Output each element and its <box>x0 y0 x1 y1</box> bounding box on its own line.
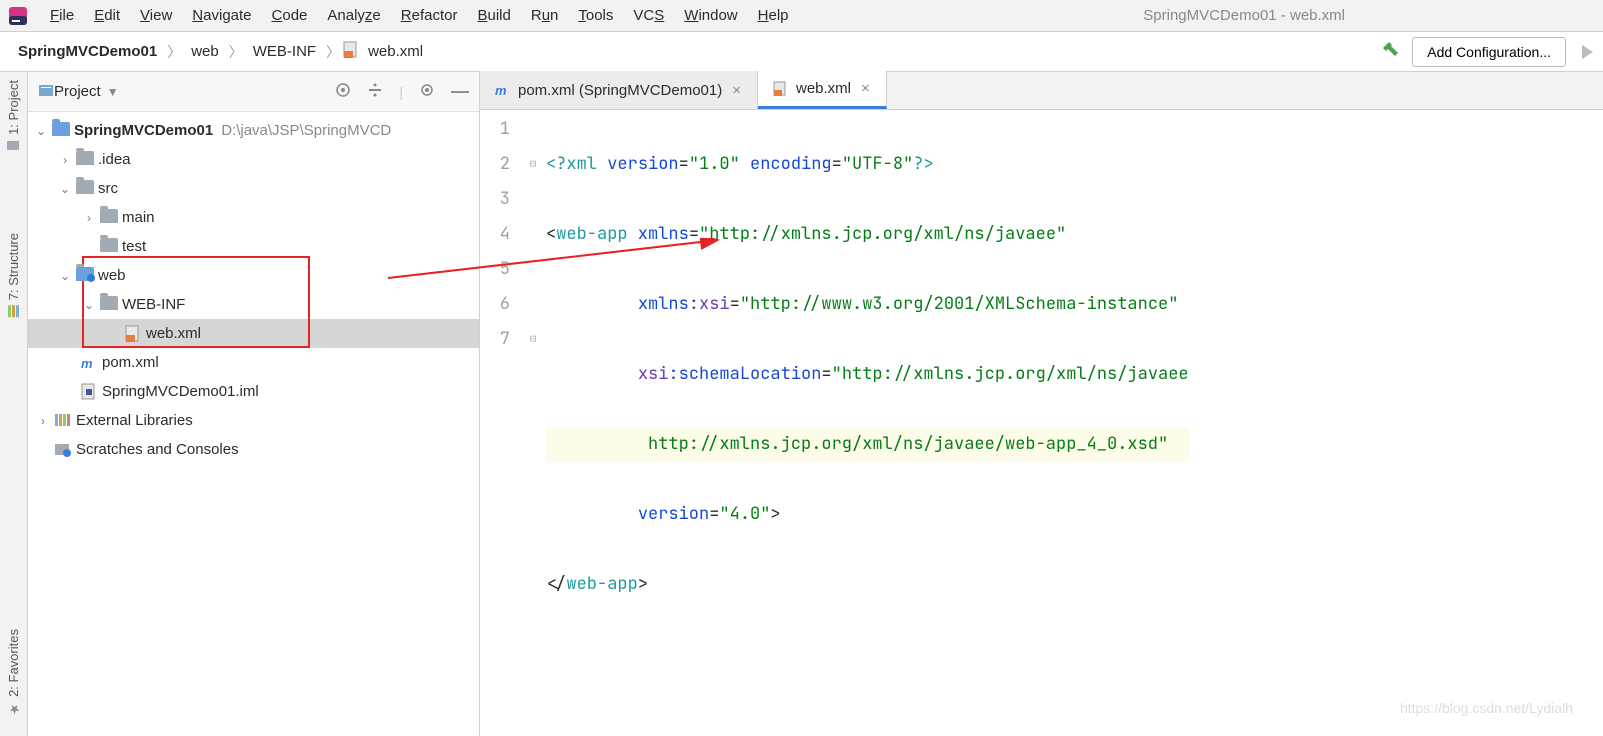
project-panel-header: Project ▼ | — <box>28 72 479 112</box>
breadcrumb-file[interactable]: web.xml <box>360 40 431 63</box>
tree-external-libraries[interactable]: ›External Libraries <box>28 406 479 435</box>
project-tree: ⌄ SpringMVCDemo01D:\java\JSP\SpringMVCD … <box>28 112 479 468</box>
menu-navigate[interactable]: Navigate <box>182 3 261 28</box>
code-content[interactable]: <?xml version="1.0" encoding="UTF-8"?> <… <box>542 110 1189 736</box>
menu-window[interactable]: Window <box>674 3 747 28</box>
target-icon[interactable] <box>335 82 351 101</box>
breadcrumb-webinf[interactable]: WEB-INF <box>245 40 324 63</box>
close-icon[interactable]: × <box>730 82 743 99</box>
menu-vcs[interactable]: VCS <box>623 3 674 28</box>
svg-text:m: m <box>81 356 93 371</box>
run-button[interactable] <box>1582 45 1593 59</box>
chevron-icon: 〉 <box>324 42 342 62</box>
minimize-icon[interactable]: — <box>451 81 469 102</box>
tab-pom[interactable]: m pom.xml (SpringMVCDemo01) × <box>480 71 758 109</box>
editor-area: m pom.xml (SpringMVCDemo01) × web.xml × … <box>480 72 1603 736</box>
menu-edit[interactable]: Edit <box>84 3 130 28</box>
menu-analyze[interactable]: Analyze <box>317 3 390 28</box>
divide-icon[interactable] <box>367 82 383 101</box>
menu-help[interactable]: Help <box>748 3 799 28</box>
left-tool-strip: 1: Project 7: Structure ★2: Favorites <box>0 72 28 736</box>
xml-file-icon <box>342 41 360 62</box>
breadcrumb-bar: SpringMVCDemo01 〉 web 〉 WEB-INF 〉 web.xm… <box>0 32 1603 72</box>
add-configuration-button[interactable]: Add Configuration... <box>1412 37 1566 67</box>
tab-webxml[interactable]: web.xml × <box>758 71 887 109</box>
chevron-icon: 〉 <box>227 42 245 62</box>
tree-idea[interactable]: ›.idea <box>28 145 479 174</box>
window-title: SpringMVCDemo01 - web.xml <box>1143 7 1345 24</box>
code-editor[interactable]: 1234567 ⊟⊟ <?xml version="1.0" encoding=… <box>480 110 1603 736</box>
tree-pom[interactable]: mpom.xml <box>28 348 479 377</box>
menu-bar: File Edit View Navigate Code Analyze Ref… <box>0 0 1603 32</box>
app-icon <box>8 6 28 26</box>
project-panel: Project ▼ | — ⌄ SpringMVCDemo01D:\java\J… <box>28 72 480 736</box>
breadcrumb-web[interactable]: web <box>183 40 227 63</box>
line-gutter: 1234567 <box>480 110 524 736</box>
menu-run[interactable]: Run <box>521 3 569 28</box>
editor-tabs: m pom.xml (SpringMVCDemo01) × web.xml × <box>480 72 1603 110</box>
menu-build[interactable]: Build <box>467 3 520 28</box>
menu-view[interactable]: View <box>130 3 182 28</box>
tool-favorites[interactable]: ★2: Favorites <box>6 629 21 716</box>
breadcrumb-root[interactable]: SpringMVCDemo01 <box>10 40 165 63</box>
gear-icon[interactable] <box>419 82 435 101</box>
fold-column[interactable]: ⊟⊟ <box>524 110 542 736</box>
chevron-icon: 〉 <box>165 42 183 62</box>
build-icon[interactable] <box>1380 40 1400 63</box>
tree-scratches[interactable]: Scratches and Consoles <box>28 435 479 464</box>
tree-main[interactable]: ›main <box>28 203 479 232</box>
watermark: https://blog.csdn.net/Lydialh <box>1400 700 1573 716</box>
tree-root[interactable]: ⌄ SpringMVCDemo01D:\java\JSP\SpringMVCD <box>28 116 479 145</box>
tree-webinf[interactable]: ⌄WEB-INF <box>28 290 479 319</box>
tool-structure[interactable]: 7: Structure <box>6 233 21 318</box>
menu-tools[interactable]: Tools <box>568 3 623 28</box>
tree-web[interactable]: ⌄web <box>28 261 479 290</box>
close-icon[interactable]: × <box>859 80 872 97</box>
svg-text:m: m <box>495 83 507 98</box>
menu-code[interactable]: Code <box>262 3 318 28</box>
tree-src[interactable]: ⌄src <box>28 174 479 203</box>
tree-webxml[interactable]: web.xml <box>28 319 479 348</box>
project-view-icon <box>38 82 54 101</box>
menu-file[interactable]: File <box>40 3 84 28</box>
menu-refactor[interactable]: Refactor <box>391 3 468 28</box>
tree-test[interactable]: test <box>28 232 479 261</box>
project-panel-title[interactable]: Project ▼ <box>54 83 119 100</box>
tool-project[interactable]: 1: Project <box>6 80 21 153</box>
tree-iml[interactable]: SpringMVCDemo01.iml <box>28 377 479 406</box>
